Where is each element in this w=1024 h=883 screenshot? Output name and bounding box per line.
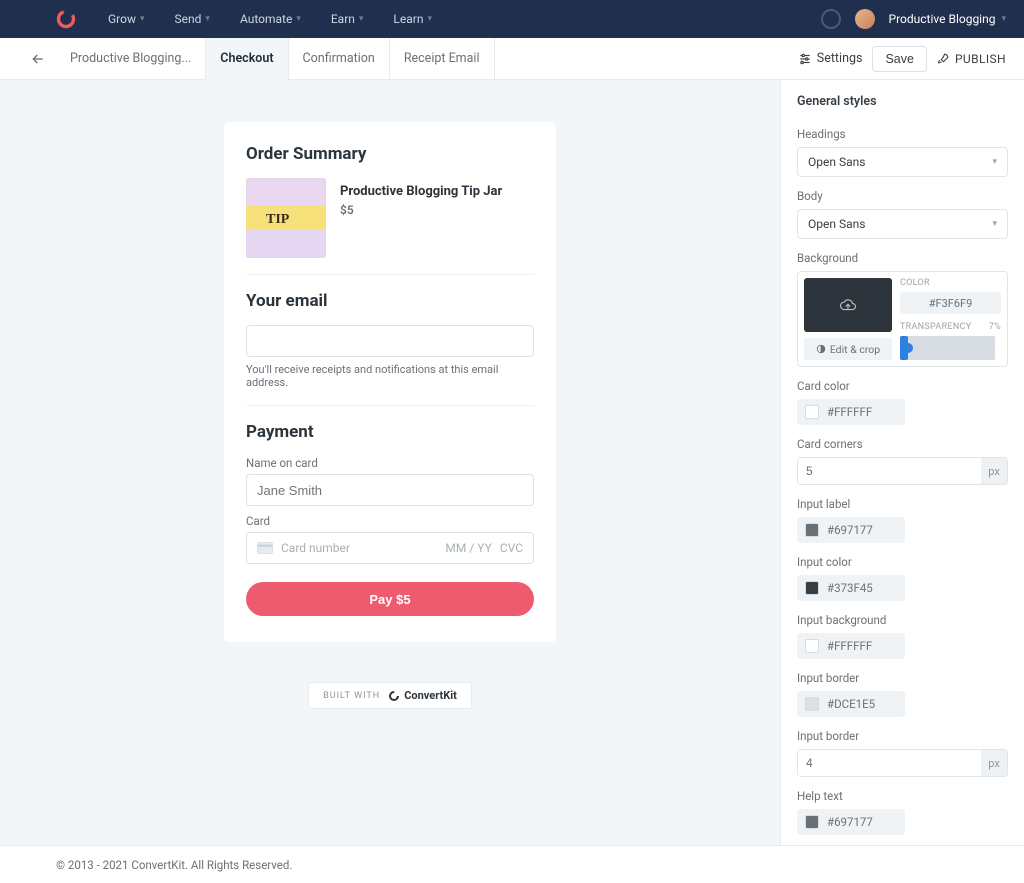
bg-transparency-value: 7% (989, 322, 1001, 332)
convertkit-icon (388, 690, 400, 702)
cloud-upload-icon (839, 296, 857, 314)
card-icon (257, 542, 273, 554)
headings-label: Headings (797, 127, 1008, 141)
tab-checkout[interactable]: Checkout (205, 38, 288, 80)
nav-item-learn[interactable]: Learn▾ (393, 12, 432, 26)
built-with-brand: ConvertKit (404, 689, 457, 702)
card-input[interactable]: Card number MM / YY CVC (246, 532, 534, 564)
input-label-color[interactable]: #697177 (797, 517, 905, 543)
background-label: Background (797, 251, 1008, 265)
nav-item-automate[interactable]: Automate▾ (240, 12, 301, 26)
card-color-input[interactable]: #FFFFFF (797, 399, 905, 425)
publish-button[interactable]: PUBLISH (937, 52, 1006, 66)
card-corners-label: Card corners (797, 437, 1008, 451)
input-bg-label: Input background (797, 613, 1008, 627)
settings-button[interactable]: Settings (798, 51, 863, 66)
email-input[interactable] (246, 325, 534, 357)
input-color-label: Input color (797, 555, 1008, 569)
card-color-label: Card color (797, 379, 1008, 393)
product-title: Productive Blogging Tip Jar (340, 184, 502, 199)
bg-transparency-label: TRANSPARENCY (900, 322, 971, 332)
name-on-card-label: Name on card (246, 456, 534, 470)
input-border-radius-input[interactable]: px (797, 749, 1008, 777)
nav-left: Grow▾ Send▾ Automate▾ Earn▾ Learn▾ (108, 12, 432, 26)
bg-color-label: COLOR (900, 278, 1001, 288)
logo[interactable] (56, 9, 76, 29)
payment-title: Payment (246, 422, 534, 442)
tabs: Checkout Confirmation Receipt Email (205, 38, 494, 80)
email-help-text: You'll receive receipts and notification… (246, 363, 534, 389)
help-text-color[interactable]: #697177 (797, 809, 905, 835)
tab-receipt-email[interactable]: Receipt Email (390, 38, 495, 80)
search-icon[interactable] (821, 9, 841, 29)
checkout-card: Order Summary Productive Blogging Tip Ja… (224, 122, 556, 642)
nav-item-earn[interactable]: Earn▾ (331, 12, 364, 26)
style-panel: General styles Headings Open Sans▾ Body … (780, 80, 1024, 845)
built-with-prefix: BUILT WITH (323, 691, 380, 701)
tab-confirmation[interactable]: Confirmation (289, 38, 390, 80)
name-on-card-input[interactable] (246, 474, 534, 506)
headings-select[interactable]: Open Sans▾ (797, 147, 1008, 177)
input-bg-input[interactable]: #FFFFFF (797, 633, 905, 659)
built-with-badge[interactable]: BUILT WITH ConvertKit (308, 682, 472, 709)
transparency-slider[interactable] (900, 336, 995, 360)
footer: © 2013 - 2021 ConvertKit. All Rights Res… (0, 845, 1024, 883)
input-label-label: Input label (797, 497, 1008, 511)
bg-color-value[interactable]: #F3F6F9 (900, 292, 1001, 314)
background-box: Edit & crop COLOR #F3F6F9 TRANSPARENCY 7… (797, 271, 1008, 367)
input-border-label: Input border (797, 671, 1008, 685)
avatar[interactable] (855, 9, 875, 29)
account-menu[interactable]: Productive Blogging▾ (889, 12, 1006, 26)
rocket-icon (937, 52, 950, 65)
back-arrow-icon[interactable] (28, 49, 48, 69)
card-corners-input[interactable]: px (797, 457, 1008, 485)
body-select[interactable]: Open Sans▾ (797, 209, 1008, 239)
product-price: $5 (340, 203, 502, 217)
breadcrumb[interactable]: Productive Blogging... (58, 51, 203, 66)
input-color-input[interactable]: #373F45 (797, 575, 905, 601)
nav-item-grow[interactable]: Grow▾ (108, 12, 145, 26)
sliders-icon (798, 52, 812, 66)
card-label: Card (246, 514, 534, 528)
background-upload[interactable] (804, 278, 892, 332)
panel-title: General styles (797, 94, 1008, 109)
order-summary-title: Order Summary (246, 144, 534, 164)
body-label: Body (797, 189, 1008, 203)
help-text-label: Help text (797, 789, 1008, 803)
pay-button[interactable]: Pay $5 (246, 582, 534, 616)
input-border-radius-label: Input border (797, 729, 1008, 743)
nav-item-send[interactable]: Send▾ (175, 12, 210, 26)
your-email-title: Your email (246, 291, 534, 311)
product-thumbnail (246, 178, 326, 258)
contrast-icon (816, 344, 826, 354)
input-border-color[interactable]: #DCE1E5 (797, 691, 905, 717)
edit-crop-button[interactable]: Edit & crop (804, 338, 892, 360)
save-button[interactable]: Save (872, 46, 927, 72)
